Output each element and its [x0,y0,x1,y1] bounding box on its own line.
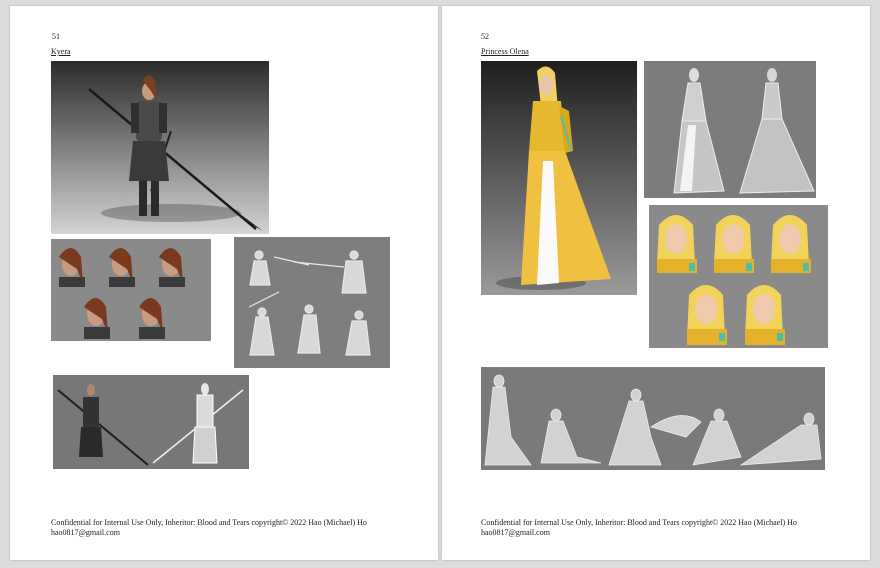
olena-pose-sketches [481,367,825,470]
footer-email: hao0817@gmail.com [481,528,550,537]
page-footer: Confidential for Internal Use Only, Inhe… [51,518,431,538]
olena-full-body-render [481,61,637,295]
page-title: Princess Olena [481,47,529,56]
olena-gown-sketches [644,61,816,198]
page-footer: Confidential for Internal Use Only, Inhe… [481,518,863,538]
page-number: 52 [481,32,489,41]
olena-face-expressions [649,205,828,348]
footer-copyright: Confidential for Internal Use Only, Inhe… [481,518,797,527]
kyera-combat-pose-sketches [234,237,390,368]
document-page-52: 52 Princess Olena Confidential for Inter… [442,6,870,560]
kyera-face-expressions [51,239,211,341]
footer-email: hao0817@gmail.com [51,528,120,537]
page-number: 51 [52,32,60,41]
kyera-turnaround [53,375,249,469]
kyera-full-body-render [51,61,269,234]
page-title: Kyera [51,47,71,56]
footer-copyright: Confidential for Internal Use Only, Inhe… [51,518,367,527]
document-page-51: 51 Kyera Confidential for Internal Use O… [10,6,438,560]
